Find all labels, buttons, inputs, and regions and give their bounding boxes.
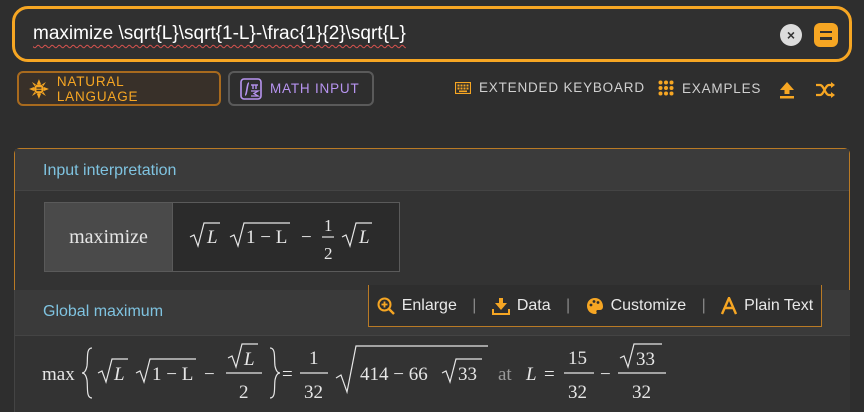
operation-cell: maximize bbox=[45, 203, 173, 271]
frac1-denominator: 32 bbox=[568, 382, 587, 403]
customize-label: Customize bbox=[610, 296, 687, 314]
coef-numerator: 1 bbox=[309, 348, 319, 369]
upload-button[interactable] bbox=[779, 81, 795, 99]
equals-sign: = bbox=[282, 364, 293, 385]
math-input-label: MATH INPUT bbox=[270, 81, 360, 96]
math-input-button[interactable]: MATH INPUT bbox=[228, 71, 374, 106]
frac-numerator: 1 bbox=[324, 216, 333, 235]
examples-label: EXAMPLES bbox=[682, 80, 762, 96]
pod-title: Global maximum bbox=[43, 303, 164, 320]
zoom-in-icon bbox=[377, 297, 395, 315]
minus-sign-2: − bbox=[600, 364, 611, 385]
clear-button[interactable]: × bbox=[780, 24, 802, 46]
lhs-term-1: L bbox=[113, 364, 125, 385]
text-a-icon bbox=[721, 296, 738, 314]
equals-icon-top bbox=[820, 30, 832, 33]
coef-denominator: 32 bbox=[304, 382, 323, 403]
sun-icon bbox=[29, 78, 49, 99]
upload-icon bbox=[780, 82, 794, 99]
inner-root: 33 bbox=[458, 364, 477, 385]
frac-denominator: 2 bbox=[324, 244, 333, 263]
interpretation-table: maximize L 1 − L − 1 2 L bbox=[44, 202, 400, 272]
frac2-numerator: 33 bbox=[636, 349, 655, 370]
extended-keyboard-label: EXTENDED KEYBOARD bbox=[479, 80, 645, 95]
expression-cell: L 1 − L − 1 2 L bbox=[173, 203, 399, 271]
at-word: at bbox=[498, 364, 512, 385]
separator: | bbox=[472, 296, 477, 314]
customize-button[interactable]: Customize bbox=[586, 296, 687, 315]
term-1: L bbox=[206, 227, 218, 248]
compute-button[interactable] bbox=[814, 23, 838, 47]
lhs-minus: − bbox=[204, 364, 215, 385]
extended-keyboard-button[interactable]: EXTENDED KEYBOARD bbox=[455, 80, 645, 95]
enlarge-button[interactable]: Enlarge bbox=[377, 297, 457, 315]
random-button[interactable] bbox=[815, 82, 835, 98]
frac1-numerator: 15 bbox=[568, 348, 587, 369]
pod-title: Input interpretation bbox=[43, 162, 177, 179]
term-2: 1 − L bbox=[246, 227, 287, 248]
data-label: Data bbox=[516, 296, 551, 314]
result-actions-bar: Enlarge | Data | Customize | Plain Text bbox=[368, 285, 822, 327]
plain-text-label: Plain Text bbox=[744, 296, 814, 314]
term-3: L bbox=[358, 227, 370, 248]
variable: L bbox=[525, 364, 537, 385]
separator: | bbox=[701, 296, 706, 314]
math-symbols-icon bbox=[240, 77, 262, 100]
data-button[interactable]: Data bbox=[491, 296, 551, 315]
frac2-denominator: 32 bbox=[632, 382, 651, 403]
radicand: 414 − 66 bbox=[360, 364, 428, 385]
equals-sign-2: = bbox=[544, 364, 555, 385]
separator: | bbox=[566, 296, 571, 314]
keyboard-icon bbox=[455, 81, 471, 94]
lhs-term-2: 1 − L bbox=[152, 364, 193, 385]
grid-dots-icon bbox=[658, 80, 674, 96]
natural-language-label: NATURAL LANGUAGE bbox=[56, 73, 139, 104]
search-box[interactable]: maximize \sqrt{L}\sqrt{1-L}-\frac{1}{2}\… bbox=[12, 6, 852, 62]
examples-button[interactable]: EXAMPLES bbox=[658, 80, 761, 96]
lhs-frac-denominator: 2 bbox=[239, 382, 249, 403]
natural-language-button[interactable]: NATURAL LANGUAGE bbox=[17, 71, 221, 106]
search-input[interactable]: maximize \sqrt{L}\sqrt{1-L}-\frac{1}{2}\… bbox=[33, 23, 406, 45]
minus-sign: − bbox=[301, 227, 312, 248]
enlarge-label: Enlarge bbox=[401, 296, 457, 314]
close-icon: × bbox=[786, 27, 796, 43]
shuffle-icon bbox=[816, 82, 835, 98]
plain-text-button[interactable]: Plain Text bbox=[721, 296, 814, 315]
download-icon bbox=[491, 297, 510, 315]
lhs-frac-numerator: L bbox=[243, 349, 255, 370]
global-maximum-formula: max L 1 − L − L 2 = 1 32 414 − 66 33 at … bbox=[42, 343, 666, 403]
equals-icon-bottom bbox=[820, 37, 832, 40]
max-word: max bbox=[42, 364, 75, 385]
palette-icon bbox=[586, 297, 603, 314]
interpretation-formula: L 1 − L − 1 2 L bbox=[189, 216, 372, 263]
input-interpretation-pod: Input interpretation maximize L 1 − L − … bbox=[14, 148, 850, 290]
